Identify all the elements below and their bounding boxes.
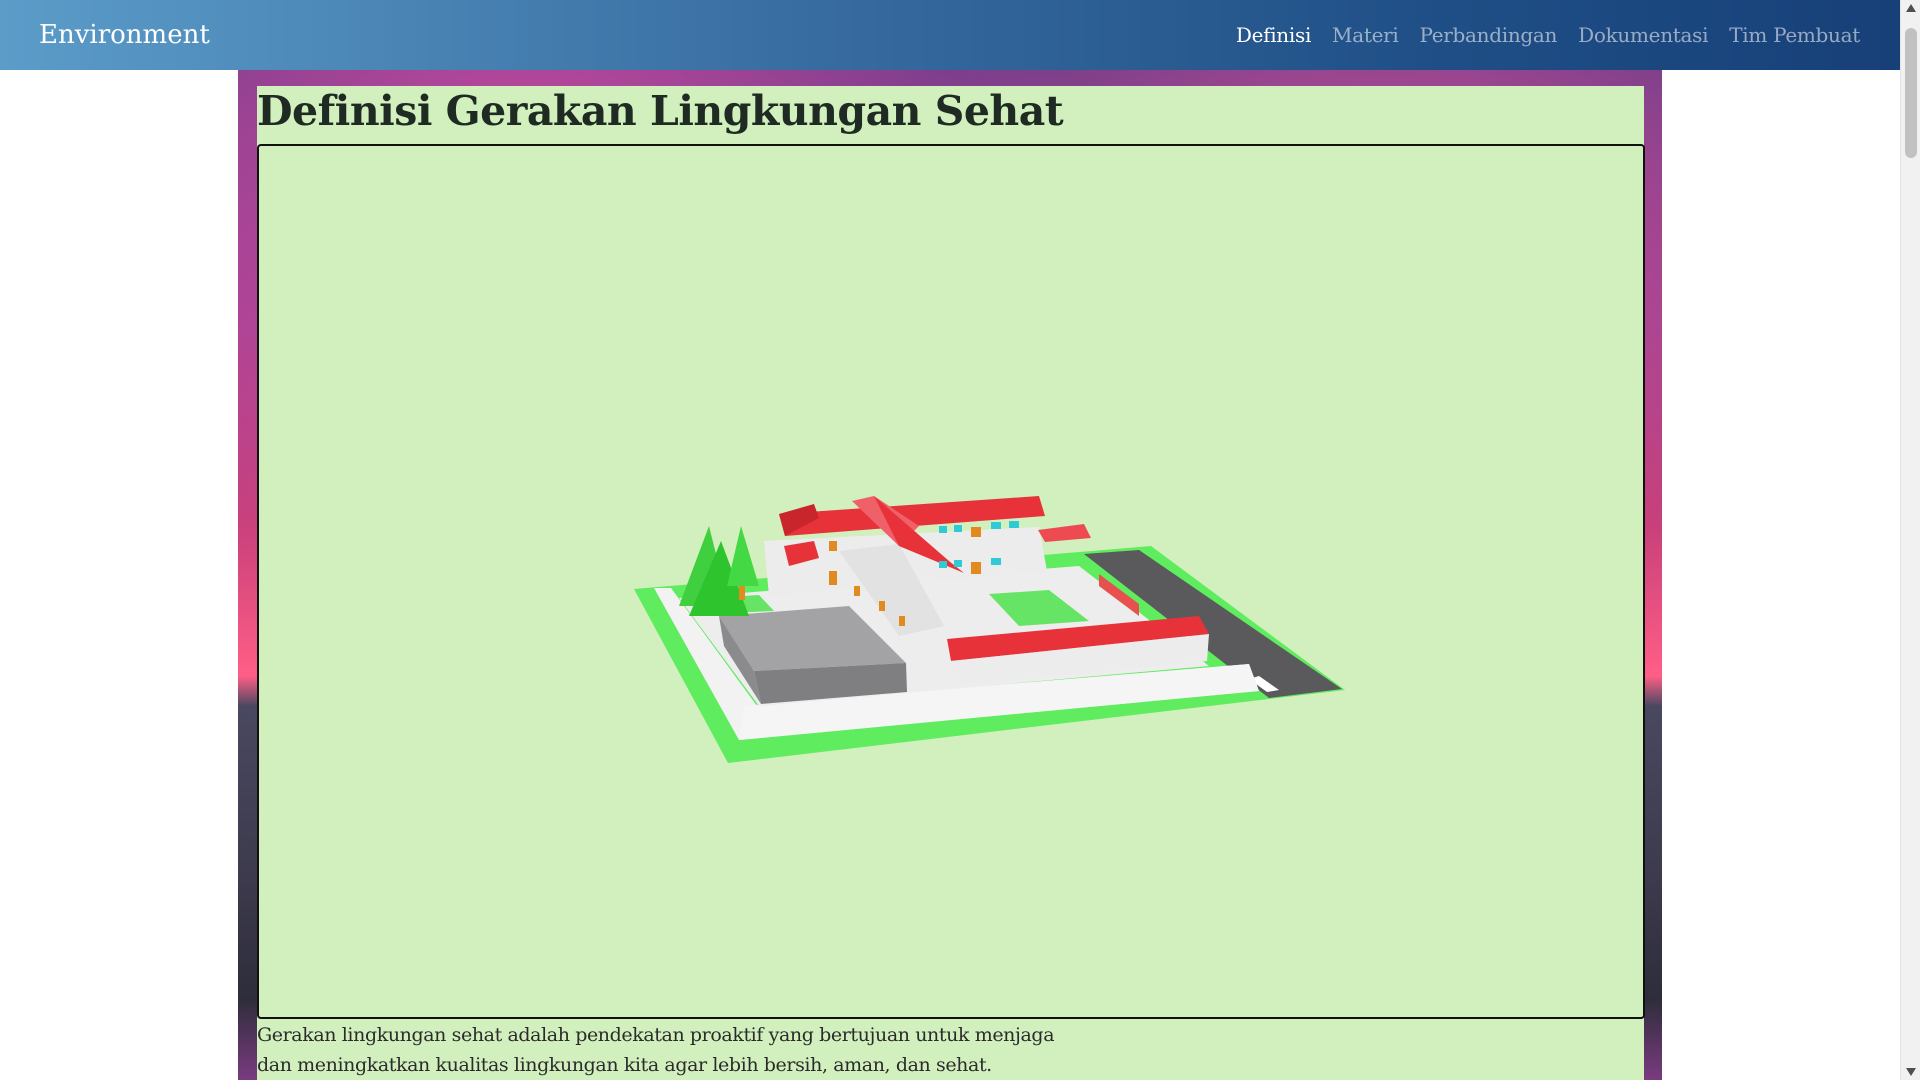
page-scrollbar[interactable]: [1900, 0, 1920, 1080]
page-title: Definisi Gerakan Lingkungan Sehat: [257, 87, 1064, 135]
nav-link-materi[interactable]: Materi: [1332, 23, 1399, 47]
nav-link-dokumentasi[interactable]: Dokumentasi: [1578, 23, 1708, 47]
brand-link[interactable]: Environment: [39, 20, 210, 50]
nav-link-tim-pembuat[interactable]: Tim Pembuat: [1729, 23, 1860, 47]
scroll-up-arrow-icon[interactable]: [1906, 4, 1916, 12]
scroll-down-arrow-icon[interactable]: [1906, 1068, 1916, 1076]
navbar: Environment Definisi Materi Perbandingan…: [0, 0, 1900, 70]
scroll-thumb[interactable]: [1905, 28, 1917, 158]
nav-link-definisi[interactable]: Definisi: [1236, 23, 1312, 47]
nav-link-perbandingan[interactable]: Perbandingan: [1419, 23, 1557, 47]
nav-links: Definisi Materi Perbandingan Dokumentasi…: [1215, 23, 1860, 47]
definition-paragraph: Gerakan lingkungan sehat adalah pendekat…: [257, 1024, 1055, 1076]
model-viewer[interactable]: [257, 144, 1645, 1019]
3d-school-model-icon: [634, 496, 1345, 763]
